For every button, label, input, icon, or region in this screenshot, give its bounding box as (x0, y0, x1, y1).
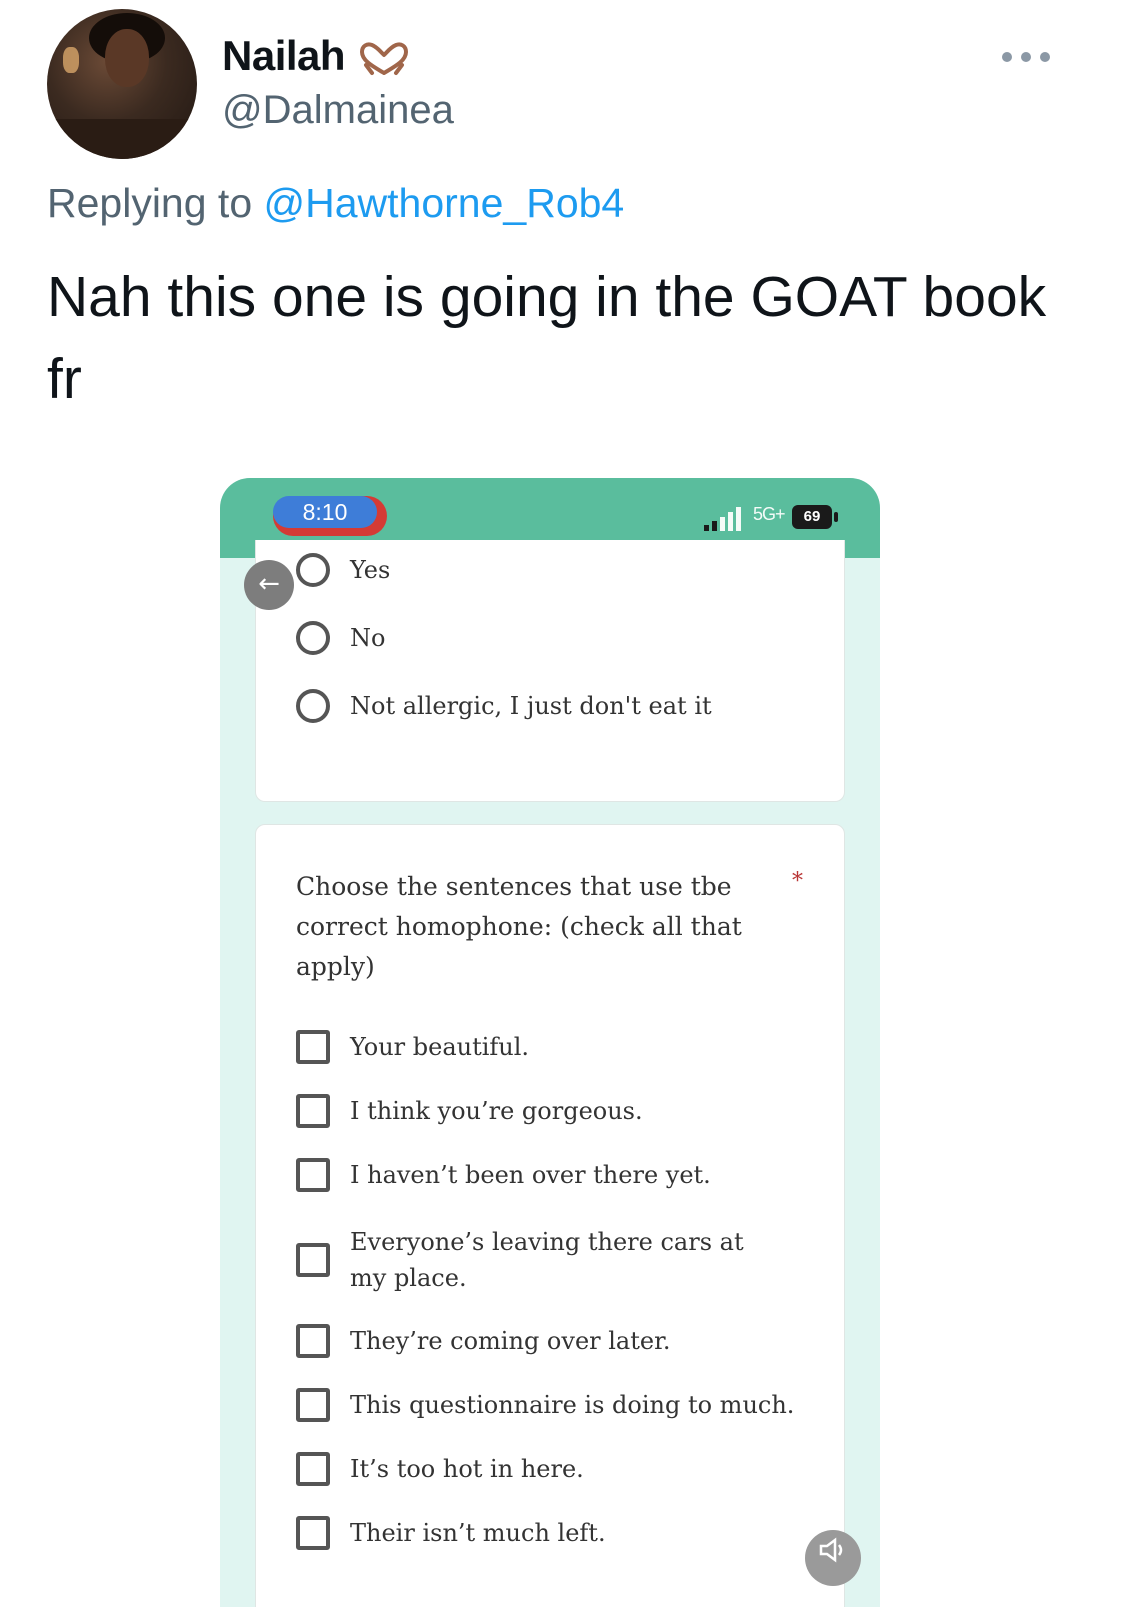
option-label: Not allergic, I just don't eat it (350, 692, 712, 720)
checkbox[interactable] (296, 1094, 330, 1128)
radio-button[interactable] (296, 689, 330, 723)
tweet-text: Nah this one is going in the GOAT book f… (47, 265, 1047, 411)
heart-hands-icon (360, 42, 408, 75)
time-pill: 8:10 (273, 496, 387, 536)
allergy-question-card: Yes No Not allergic, I just don't eat it (255, 540, 845, 802)
option-label: They’re coming over later. (350, 1327, 671, 1355)
option-yes[interactable]: Yes (296, 550, 390, 590)
option-label: I think you’re gorgeous. (350, 1097, 643, 1125)
checkbox[interactable] (296, 1452, 330, 1486)
replying-to: Replying to @Hawthorne_Rob4 (47, 180, 624, 227)
author-avatar[interactable] (47, 9, 197, 159)
checkbox-option[interactable]: This questionnaire is doing to much. (296, 1385, 794, 1425)
battery-tip (834, 512, 838, 522)
question-text: Choose the sentences that use tbe correc… (296, 872, 742, 981)
option-label: Their isn’t much left. (350, 1519, 606, 1547)
option-label: It’s too hot in here. (350, 1455, 584, 1483)
radio-button[interactable] (296, 553, 330, 587)
author-handle[interactable]: @Dalmainea (222, 88, 454, 133)
option-not-allergic[interactable]: Not allergic, I just don't eat it (296, 686, 712, 726)
back-arrow-icon[interactable]: ← (244, 560, 294, 610)
more-icon[interactable] (1002, 50, 1050, 64)
replying-to-link[interactable]: @Hawthorne_Rob4 (264, 180, 625, 226)
checkbox-option[interactable]: Everyone’s leaving there cars at my plac… (296, 1220, 770, 1300)
checkbox-option[interactable]: They’re coming over later. (296, 1321, 671, 1361)
checkbox-option[interactable]: I think you’re gorgeous. (296, 1091, 643, 1131)
signal-icon (704, 507, 741, 531)
option-label: Everyone’s leaving there cars at my plac… (350, 1228, 744, 1292)
speaker-icon[interactable] (805, 1530, 861, 1586)
author-name[interactable]: Nailah (222, 32, 346, 80)
tweet-media[interactable]: 8:10 5G+ 69 Yes No Not allergic, I just … (220, 478, 880, 1607)
status-time: 8:10 (273, 496, 377, 528)
checkbox[interactable] (296, 1516, 330, 1550)
option-no[interactable]: No (296, 618, 385, 658)
avatar-lamp (63, 47, 79, 73)
checkbox[interactable] (296, 1324, 330, 1358)
checkbox-option[interactable]: Your beautiful. (296, 1027, 529, 1067)
checkbox[interactable] (296, 1030, 330, 1064)
checkbox[interactable] (296, 1158, 330, 1192)
checkbox-option[interactable]: I haven’t been over there yet. (296, 1155, 711, 1195)
replying-prefix: Replying to (47, 180, 264, 226)
battery-level: 69 (792, 505, 832, 529)
option-label: Yes (350, 556, 391, 584)
avatar-face (105, 29, 149, 87)
homophone-question-card: Choose the sentences that use tbe correc… (255, 824, 845, 1607)
option-label: This questionnaire is doing to much. (350, 1391, 795, 1419)
checkbox[interactable] (296, 1388, 330, 1422)
speaker-glyph-icon (819, 1537, 843, 1563)
network-type: 5G+ (753, 504, 786, 524)
required-mark: * (792, 869, 803, 894)
option-label: No (350, 624, 386, 652)
checkbox-option[interactable]: Their isn’t much left. (296, 1513, 606, 1553)
checkbox-option[interactable]: It’s too hot in here. (296, 1449, 584, 1489)
radio-button[interactable] (296, 621, 330, 655)
avatar-table (47, 119, 197, 159)
option-label: Your beautiful. (350, 1033, 530, 1061)
checkbox[interactable] (296, 1243, 330, 1277)
option-label: I haven’t been over there yet. (350, 1161, 711, 1189)
